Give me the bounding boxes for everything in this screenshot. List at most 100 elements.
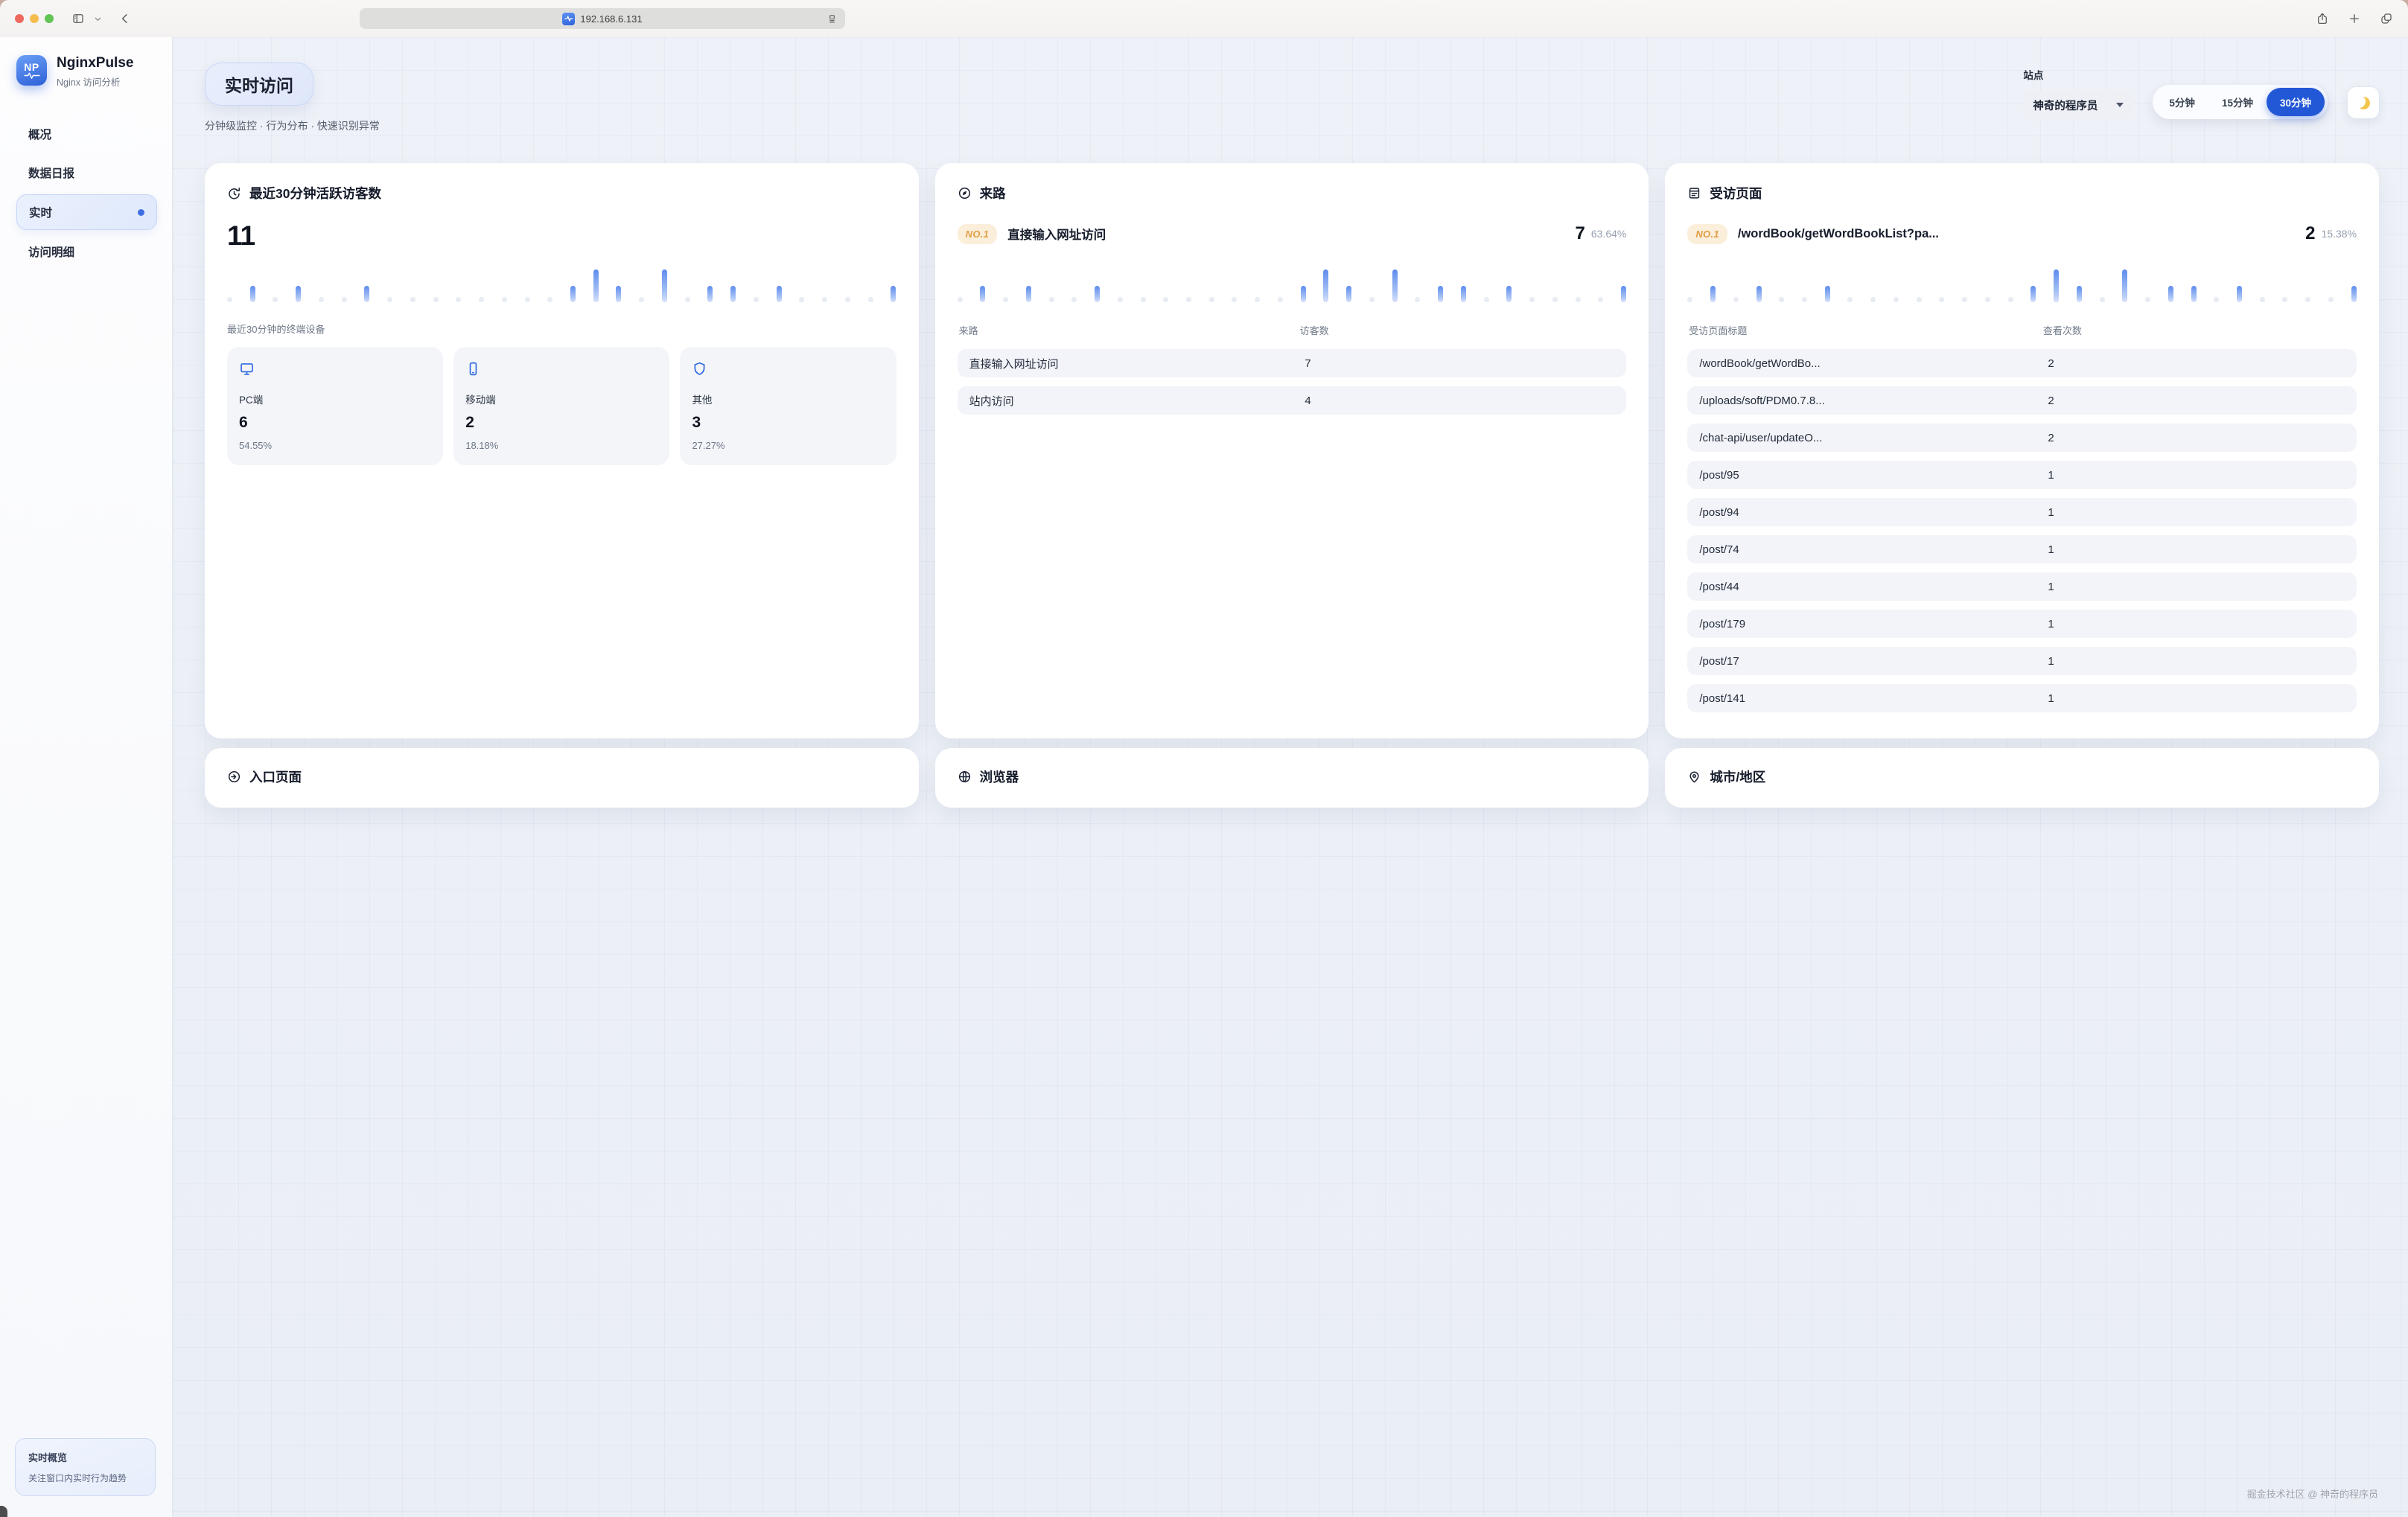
app-subtitle: Nginx 访问分析 [57,74,133,89]
share-icon[interactable] [2316,12,2329,25]
device-grid: PC端654.55%移动端218.18%其他327.27% [227,347,896,465]
mobile-icon [465,361,481,377]
sidebar-item-label: 概况 [28,126,51,142]
logo-text: NP [24,63,39,72]
sparkline-bar [1576,297,1581,302]
pages-sparkline [1687,266,2357,302]
sparkline-bar [387,297,392,302]
table-cell: /post/94 [1699,506,2048,519]
sparkline-bar [2030,286,2036,302]
sparkline-bar [2008,297,2013,302]
device-value: 2 [465,414,657,432]
site-select[interactable]: 神奇的程序员 [2023,91,2133,119]
entry-icon [227,770,241,784]
referrers-table: 来路访客数直接输入网址访问7站内访问4 [958,323,1627,415]
sidebar-item-2[interactable]: 实时 [16,194,157,230]
sparkline-bar [1917,297,1922,302]
device-card: 移动端 2 18.18% [453,347,669,465]
card-title: 最近30分钟活跃访客数 [249,184,381,202]
table-row: 直接输入网址访问7 [958,349,1627,377]
sparkline-bar [2054,269,2059,302]
device-percent: 18.18% [465,440,657,451]
range-button-30分钟[interactable]: 30分钟 [2267,88,2325,116]
sparkline-bar [1415,297,1420,302]
tab-overview-icon[interactable] [2380,12,2393,25]
sparkline-bar [1802,297,1807,302]
url-bar[interactable]: 192.168.6.131 [360,8,845,29]
moon-icon [2355,95,2372,111]
sparkline-bar [1687,297,1692,302]
sparkline-bar [2100,297,2105,302]
table-cell: /chat-api/user/updateO... [1699,432,2048,444]
page-icon [1687,186,1701,200]
sparkline-bar [525,297,530,302]
device-percent: 54.55% [239,440,431,451]
sparkline-bar [1962,297,1967,302]
app-logo: NP [16,55,47,86]
sidebar-item-0[interactable]: 概况 [16,117,157,151]
chrome-actions [2316,0,2393,37]
sparkline-bar [2122,269,2127,302]
sparkline-bar [2282,297,2287,302]
caret-down-icon [2116,103,2124,107]
sparkline-bar [1209,297,1214,302]
table-header-cell: 访客数 [1300,323,1329,337]
sparkline-bar [2305,297,2310,302]
table-cell: 1 [2048,618,2054,630]
table-cell: /uploads/soft/PDM0.7.8... [1699,395,2048,407]
sparkline-bar [296,286,301,302]
sparkline-bar [1484,297,1489,302]
close-window-button[interactable] [15,14,24,23]
watermark: 掘金技术社区 @ 神奇的程序员 [2247,1486,2378,1501]
sparkline-bar [1870,297,1876,302]
table-header-cell: 查看次数 [2043,323,2082,337]
sparkline-bar [1323,269,1328,302]
sparkline-bar [1186,297,1191,302]
device-value: 3 [692,414,884,432]
theme-toggle-button[interactable] [2347,86,2380,119]
range-button-15分钟[interactable]: 15分钟 [2208,88,2267,116]
range-button-5分钟[interactable]: 5分钟 [2156,88,2208,116]
zoom-window-button[interactable] [45,14,54,23]
table-row: /post/1791 [1687,610,2357,638]
sparkline-bar [1756,286,1762,302]
new-tab-icon[interactable] [2348,12,2361,25]
table-row: /post/441 [1687,572,2357,601]
sparkline-bar [730,286,736,302]
main-content: 实时访问 分钟级监控 · 行为分布 · 快速识别异常 站点 神奇的程序员 5分钟… [173,37,2408,1517]
sidebar-toggle-icon[interactable] [71,12,85,25]
sparkline-bar [319,297,324,302]
sidebar-item-1[interactable]: 数据日报 [16,156,157,190]
table-cell: /wordBook/getWordBo... [1699,357,2048,370]
site-select-value: 神奇的程序员 [2033,98,2098,113]
sparkline-bar [250,286,255,302]
sidebar-item-label: 数据日报 [28,165,74,181]
table-cell: 4 [1305,395,1310,407]
minimize-window-button[interactable] [30,14,39,23]
sparkline-bar [273,297,278,302]
sparkline-bar [364,286,369,302]
sparkline-bar [2077,286,2082,302]
sparkline-bar [1506,286,1512,302]
device-label: 移动端 [465,392,657,406]
back-button[interactable] [118,12,132,25]
table-cell: 1 [2048,692,2054,705]
sparkline-bar [1141,297,1146,302]
sparkline-bar [2328,297,2334,302]
chevron-down-icon[interactable] [94,15,102,23]
globe-icon [958,770,972,784]
table-header-cell: 来路 [959,323,1300,337]
sparkline-bar [1529,297,1535,302]
sparkline-bar [1598,297,1603,302]
table-cell: /post/17 [1699,655,2048,668]
sparkline-bar [1026,286,1031,302]
sparkline-bar [1825,286,1830,302]
sparkline-bar [639,297,644,302]
table-row: /post/1411 [1687,684,2357,712]
sparkline-bar [1621,286,1626,302]
reader-view-icon[interactable] [826,13,838,25]
sidebar-item-3[interactable]: 访问明细 [16,234,157,269]
brand: NP NginxPulse Nginx 访问分析 [16,55,157,89]
site-label: 站点 [2023,67,2133,82]
sparkline-bar [1392,269,1398,302]
